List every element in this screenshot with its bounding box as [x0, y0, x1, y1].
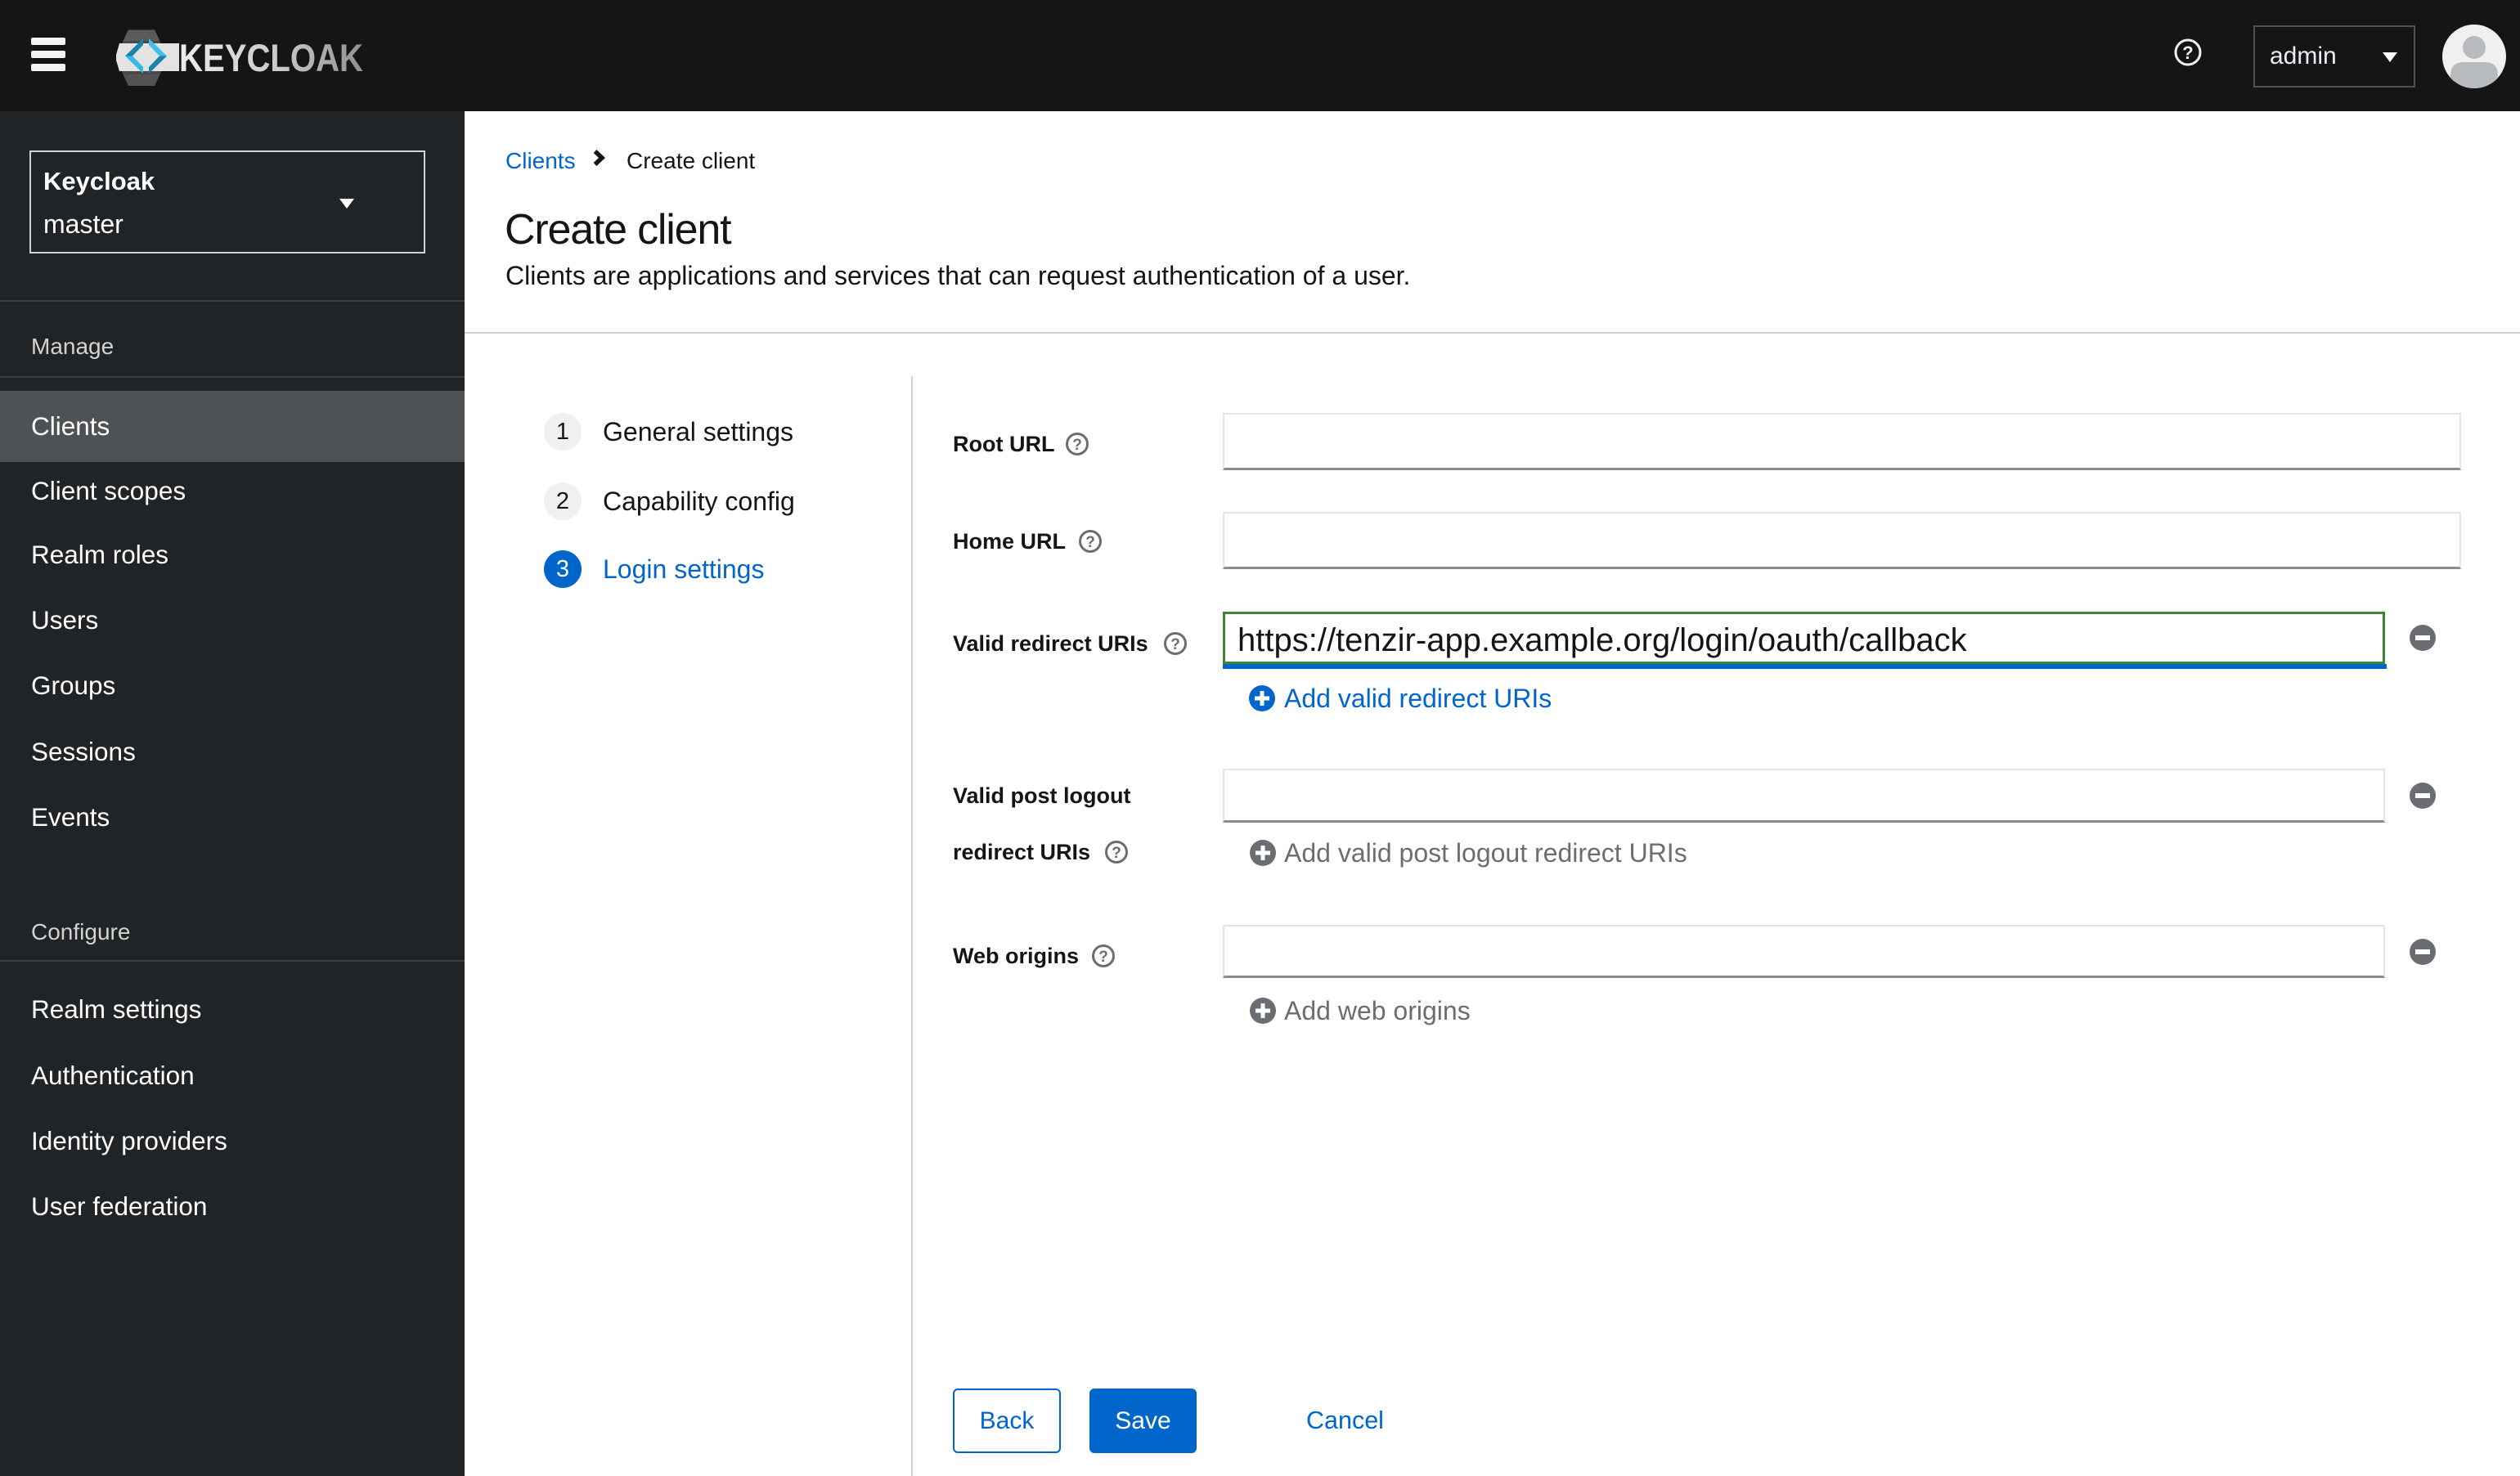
svg-text:?: ?: [2182, 43, 2193, 63]
svg-text:?: ?: [1085, 534, 1095, 551]
svg-text:?: ?: [1170, 636, 1180, 653]
svg-text:KEYCLOAK: KEYCLOAK: [179, 36, 363, 79]
svg-text:?: ?: [1098, 949, 1108, 966]
svg-text:?: ?: [1112, 845, 1121, 862]
svg-text:?: ?: [1072, 437, 1082, 454]
